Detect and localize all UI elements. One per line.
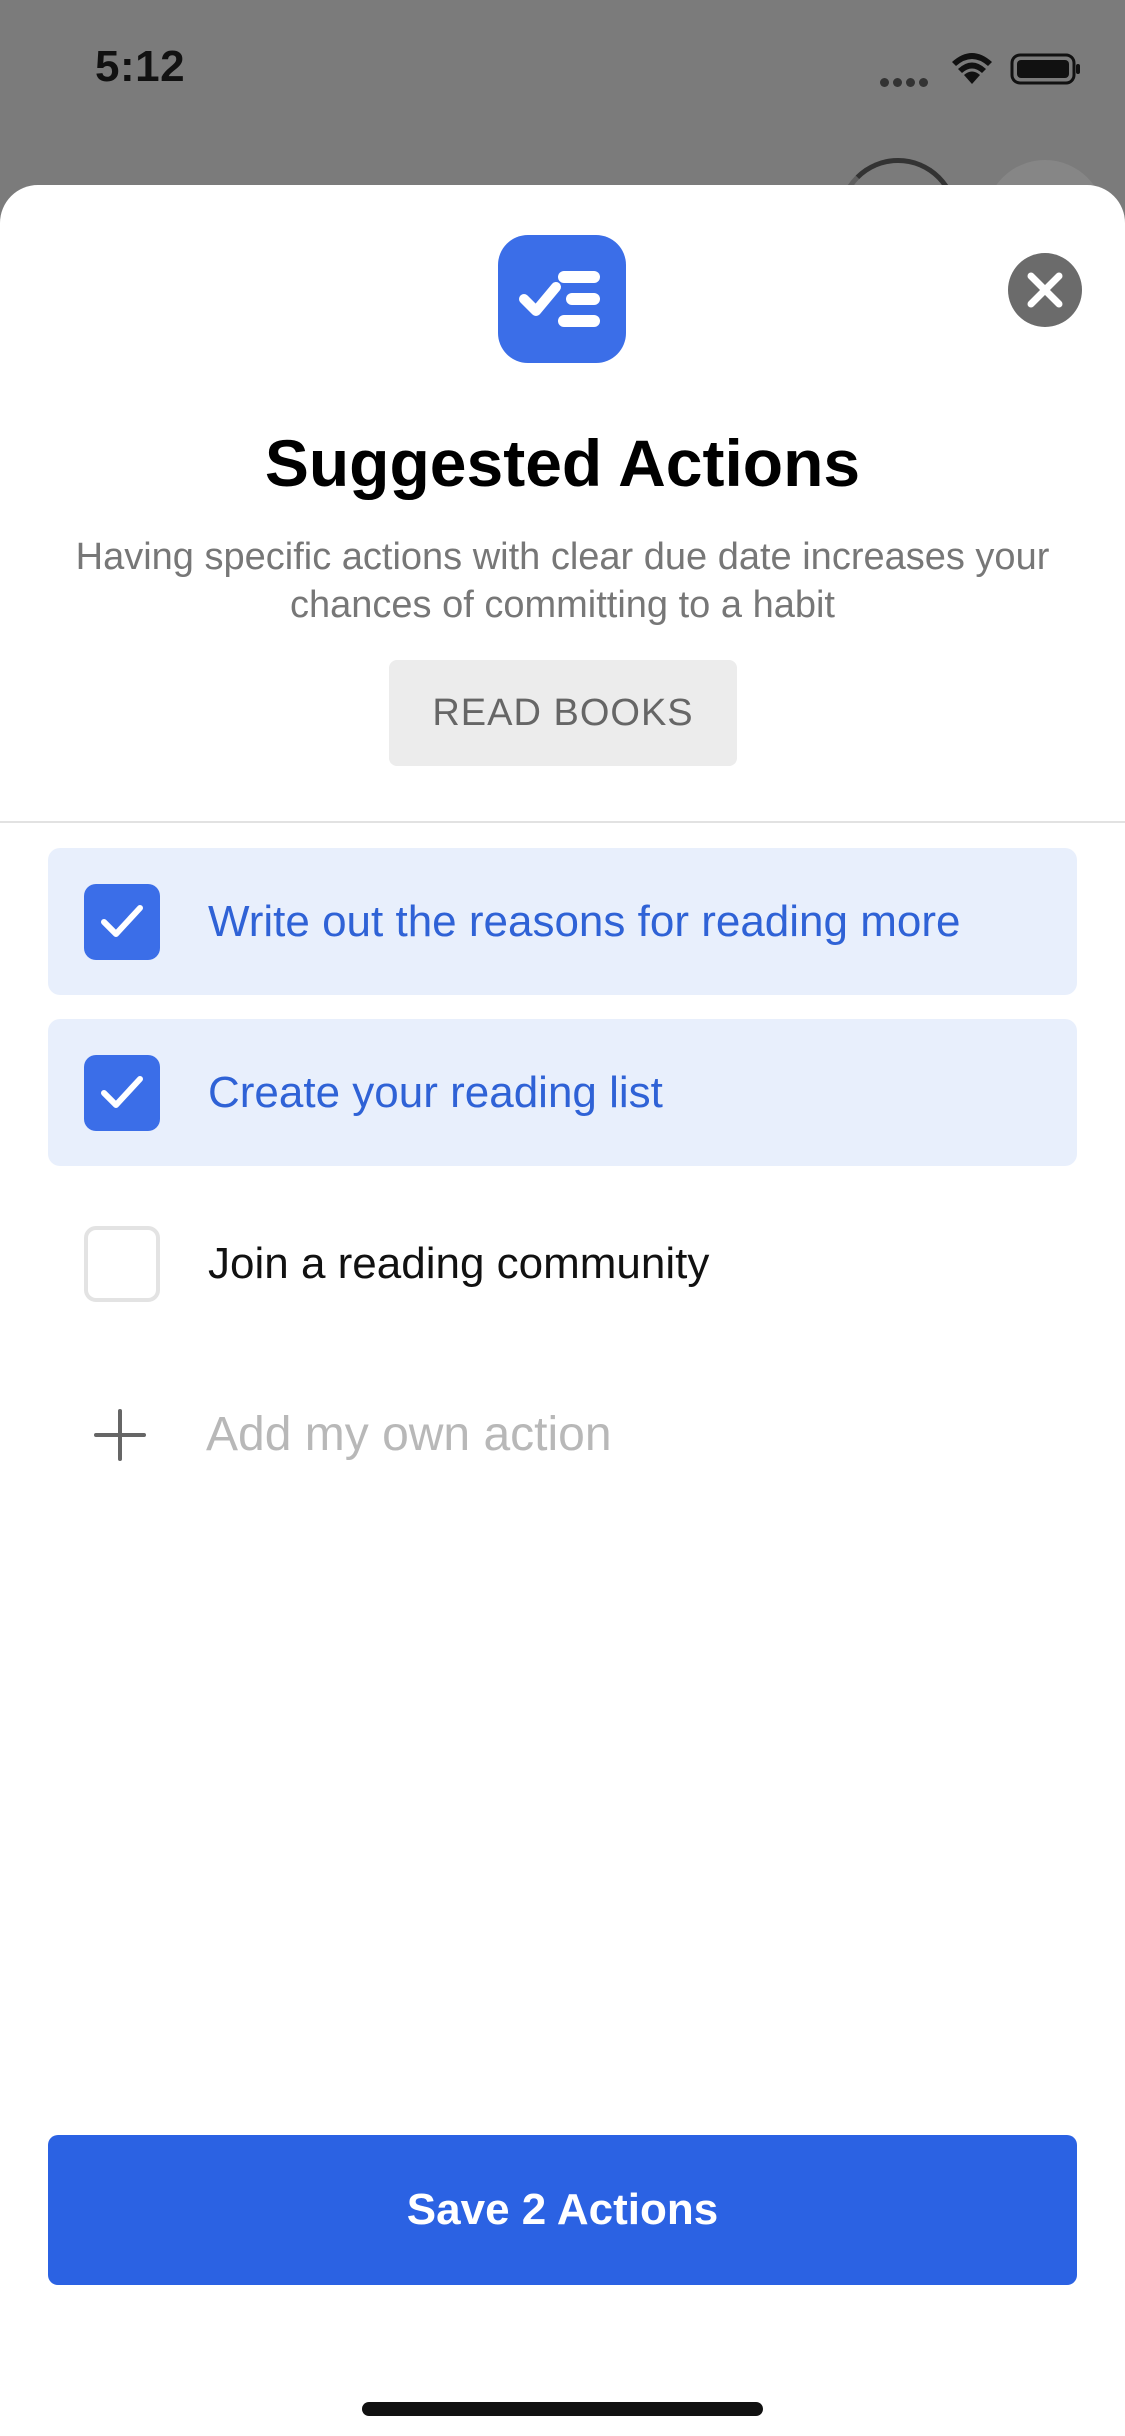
action-label: Write out the reasons for reading more: [208, 896, 961, 946]
add-action-input[interactable]: Add my own action: [206, 1361, 612, 1508]
checkmark-icon: [101, 905, 143, 937]
cellular-signal-icon: [880, 74, 936, 87]
action-item[interactable]: Write out the reasons for reading more: [48, 848, 1077, 995]
checklist-icon: [498, 235, 626, 363]
checkmark-icon: [101, 1076, 143, 1108]
divider: [0, 821, 1125, 823]
status-bar: 5:12: [0, 0, 1125, 140]
add-action-row[interactable]: Add my own action: [48, 1361, 1077, 1508]
close-button[interactable]: [1008, 253, 1082, 327]
checkbox-checked[interactable]: [84, 1055, 160, 1131]
screen: 5:12 Suggested Actions Having specific a…: [0, 0, 1125, 2436]
habit-chip: READ BOOKS: [389, 660, 737, 766]
action-label: Join a reading community: [208, 1238, 710, 1288]
wifi-icon: [950, 50, 994, 86]
plus-icon: [94, 1409, 146, 1461]
suggested-actions-sheet: Suggested Actions Having specific action…: [0, 185, 1125, 2436]
home-indicator[interactable]: [362, 2402, 763, 2416]
checkbox-checked[interactable]: [84, 884, 160, 960]
action-label: Create your reading list: [208, 1067, 663, 1117]
battery-icon: [1010, 52, 1082, 86]
action-item[interactable]: Create your reading list: [48, 1019, 1077, 1166]
close-icon: [1027, 272, 1063, 308]
status-time: 5:12: [95, 42, 186, 91]
action-list: Write out the reasons for reading more C…: [48, 848, 1077, 1508]
sheet-title: Suggested Actions: [264, 426, 861, 500]
sheet-subtitle: Having specific actions with clear due d…: [75, 536, 1050, 626]
save-actions-button[interactable]: Save 2 Actions: [48, 2135, 1077, 2285]
action-item[interactable]: Join a reading community: [48, 1190, 1077, 1337]
checkbox-unchecked[interactable]: [84, 1226, 160, 1302]
